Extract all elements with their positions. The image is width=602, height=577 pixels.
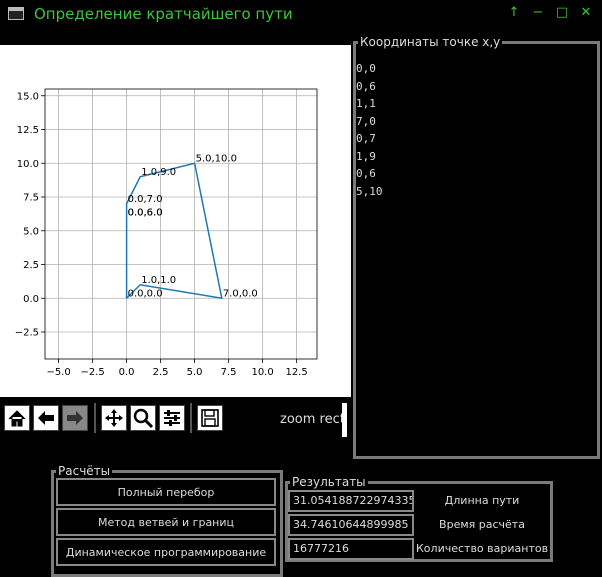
point-label: 0.0,6.0	[128, 208, 163, 219]
toolbar-separator	[190, 403, 192, 433]
point-label: 7.0,0.0	[223, 288, 258, 299]
title-bar: Определение кратчайшего пути ↑ − □ ✕	[0, 0, 602, 28]
coordinates-panel: Координаты точке x,y 0,0 0,6 1,1 7,0 0,7 1,9 0…	[353, 36, 600, 459]
x-tick-label: −2.5	[80, 367, 104, 378]
forward-button[interactable]	[62, 405, 88, 431]
path-length-value: 31.054188722974335	[288, 490, 414, 512]
point-label: 1.0,9.0	[141, 167, 176, 178]
y-tick-label: 15.0	[17, 91, 39, 102]
zoom-button[interactable]	[130, 405, 156, 431]
coordinate-line: 0,7	[356, 132, 376, 145]
point-label: 0.0,7.0	[128, 194, 163, 205]
back-button[interactable]	[33, 405, 59, 431]
brute-force-button[interactable]: Полный перебор	[56, 478, 276, 506]
keep-above-button[interactable]: ↑	[506, 5, 522, 21]
y-tick-label: 12.5	[17, 125, 39, 136]
toolbar-separator	[94, 403, 96, 433]
y-tick-label: 5.0	[23, 226, 39, 237]
point-label: 1.0,1.0	[141, 275, 176, 286]
window-title: Определение кратчайшего пути	[34, 5, 293, 23]
y-tick-label: 7.5	[23, 193, 39, 204]
calc-time-label: Время расчёта	[439, 518, 525, 531]
dynamic-programming-button[interactable]: Динамическое программирование	[56, 538, 276, 566]
x-tick-label: 7.5	[221, 367, 237, 378]
x-tick-label: 2.5	[153, 367, 169, 378]
chart-grid	[45, 89, 317, 359]
coordinate-line: 0,6	[356, 167, 376, 180]
point-label: 5.0,10.0	[196, 153, 237, 164]
x-tick-label: −5.0	[46, 367, 70, 378]
save-button[interactable]	[197, 405, 223, 431]
y-tick-label: 10.0	[17, 159, 39, 170]
x-tick-label: 12.5	[285, 367, 307, 378]
coordinate-line: 0,6	[356, 79, 376, 93]
variants-count-label: Количество вариантов	[416, 542, 549, 555]
back-icon	[38, 411, 54, 425]
coordinate-line: 1,1	[356, 97, 376, 110]
coordinate-line: 5,10	[356, 184, 383, 198]
minimize-button[interactable]: −	[530, 5, 546, 21]
forward-icon	[67, 411, 83, 425]
app-window-icon	[8, 7, 24, 20]
results-legend: Результаты	[292, 475, 366, 489]
toolbar-mode-label: zoom rect	[280, 412, 345, 427]
point-label: 0.0,0.0	[128, 288, 163, 299]
home-icon	[8, 410, 26, 427]
point-labels: 0.0,0.0 1.0,1.0 7.0,0.0 5.0,10.0 1.0,9.0 0.0,…	[128, 153, 258, 299]
path-length-label: Длинна пути	[444, 494, 520, 507]
y-tick-label: 0.0	[23, 294, 39, 305]
close-button[interactable]: ✕	[578, 5, 594, 21]
calc-time-value: 34.74610644899985	[288, 514, 414, 536]
zoom-icon	[133, 408, 154, 429]
x-tick-label: 5.0	[187, 367, 203, 378]
coordinate-line: 0,0	[356, 62, 376, 75]
x-tick-label: 10.0	[251, 367, 273, 378]
pan-icon	[105, 409, 123, 427]
results-panel: Результаты 31.054188722974335 Длинна пут…	[285, 476, 553, 562]
pan-button[interactable]	[101, 405, 127, 431]
configure-icon	[164, 410, 180, 426]
y-tick-label: −2.5	[15, 328, 39, 339]
configure-button[interactable]	[159, 405, 185, 431]
coordinate-line: 1,9	[356, 149, 376, 163]
home-button[interactable]	[4, 405, 30, 431]
coordinates-list[interactable]: 0,0 0,6 1,1 7,0 0,7 1,9 0,6 5,10	[356, 60, 383, 200]
plot-canvas[interactable]: −5.0 −2.5 0.0 2.5 5.0 7.5 10.0 12.5 −2.5 0.0 2.5 5.…	[0, 45, 351, 397]
calculations-panel: Расчёты Полный перебор Метод ветвей и гр…	[51, 465, 283, 577]
branch-and-bound-button[interactable]: Метод ветвей и границ	[56, 508, 276, 536]
toolbar-status-bar	[342, 403, 347, 437]
calculations-legend: Расчёты	[58, 464, 111, 478]
x-tick-label: 0.0	[119, 367, 135, 378]
variants-count-value: 16777216	[288, 538, 414, 560]
route-chart: −5.0 −2.5 0.0 2.5 5.0 7.5 10.0 12.5 −2.5 0.0 2.5 5.…	[15, 88, 318, 378]
save-icon	[201, 409, 219, 427]
coordinate-line: 7,0	[356, 114, 376, 128]
coordinates-legend: Координаты точке x,y	[360, 35, 501, 49]
y-tick-label: 2.5	[23, 260, 39, 271]
maximize-button[interactable]: □	[554, 5, 570, 21]
